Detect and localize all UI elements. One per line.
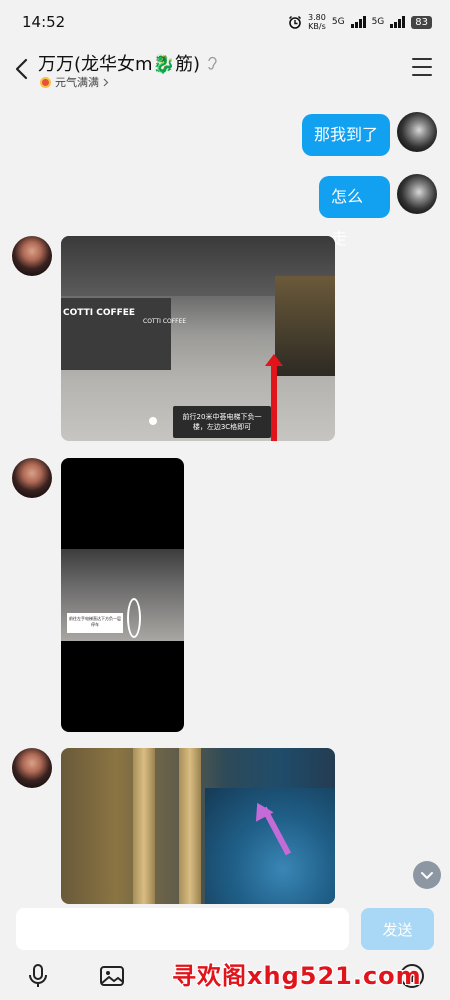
- chat-messages[interactable]: 那我到了 怎么走 COTTI COFFEE COTTI COFFEE 前行20米…: [0, 94, 450, 904]
- message-input[interactable]: [16, 908, 349, 950]
- signal-icon: [350, 16, 366, 28]
- chevron-down-icon: [421, 871, 433, 879]
- image-pillar: [133, 748, 155, 904]
- message-image[interactable]: COTTI COFFEE COTTI COFFEE 前行20米中荟电梯下负一楼，…: [61, 236, 335, 441]
- message-bubble-outgoing[interactable]: 那我到了: [302, 114, 390, 156]
- input-toolbar: 寻欢阁xhg521.com: [0, 954, 450, 1000]
- image-store-sign-2: COTTI COFFEE: [143, 318, 187, 325]
- menu-icon-bar: [412, 74, 432, 76]
- chevron-right-icon: [103, 78, 109, 86]
- scroll-to-bottom-button[interactable]: [413, 861, 441, 889]
- contact-avatar[interactable]: [12, 236, 52, 276]
- my-avatar[interactable]: [397, 174, 437, 214]
- status-bar: 14:52 3.80 KB/s 5G 5G 83: [0, 0, 450, 44]
- send-button[interactable]: 发送: [361, 908, 434, 950]
- contact-avatar[interactable]: [12, 458, 52, 498]
- ear-icon: [208, 56, 217, 70]
- watermark: 寻欢阁xhg521.com: [172, 962, 422, 990]
- input-bar: 发送: [0, 904, 450, 954]
- my-avatar[interactable]: [397, 112, 437, 152]
- contact-avatar[interactable]: [12, 748, 52, 788]
- back-button[interactable]: [10, 56, 32, 82]
- message-image[interactable]: [61, 748, 335, 904]
- highlight-oval: [127, 598, 141, 638]
- image-store-sign: COTTI COFFEE: [63, 308, 136, 318]
- image-pillar: [179, 748, 201, 904]
- signal-icon-2: [390, 16, 406, 28]
- chevron-left-icon: [15, 58, 28, 80]
- alarm-icon: [289, 15, 302, 29]
- battery-icon: 83: [411, 15, 432, 29]
- status-time: 14:52: [22, 13, 66, 31]
- image-marker-dot: [149, 417, 157, 425]
- photo-button[interactable]: [98, 962, 126, 990]
- image-caption-note: 前行20米中荟电梯下负一楼，左边3C格即可: [173, 406, 271, 438]
- network-type-2: 5G: [371, 17, 385, 27]
- microphone-icon: [29, 964, 47, 987]
- contact-status[interactable]: 元气满满: [40, 74, 109, 90]
- message-bubble-outgoing[interactable]: 怎么走: [319, 176, 390, 248]
- status-text: 元气满满: [55, 76, 99, 89]
- status-icons: 3.80 KB/s 5G 5G 83: [288, 13, 432, 31]
- direction-arrow: [271, 361, 277, 441]
- image-background-shops: [275, 276, 335, 376]
- menu-icon-bar: [412, 58, 432, 60]
- network-type-1: 5G: [331, 17, 345, 27]
- message-video[interactable]: 前往左手电梯直达下方负一层停车: [61, 458, 184, 732]
- menu-icon-bar: [412, 66, 432, 68]
- voice-button[interactable]: [24, 962, 52, 990]
- status-badge-icon: [40, 76, 51, 88]
- menu-button[interactable]: [412, 58, 432, 76]
- contact-name: 万万(龙华女m🐉筋): [38, 54, 200, 75]
- video-caption-note: 前往左手电梯直达下方负一层停车: [67, 613, 123, 633]
- network-speed: 3.80 KB/s: [308, 13, 326, 31]
- contact-name-row[interactable]: 万万(龙华女m🐉筋): [38, 50, 218, 76]
- chat-header: 万万(龙华女m🐉筋) 元气满满: [0, 44, 450, 94]
- image-icon: [100, 966, 124, 986]
